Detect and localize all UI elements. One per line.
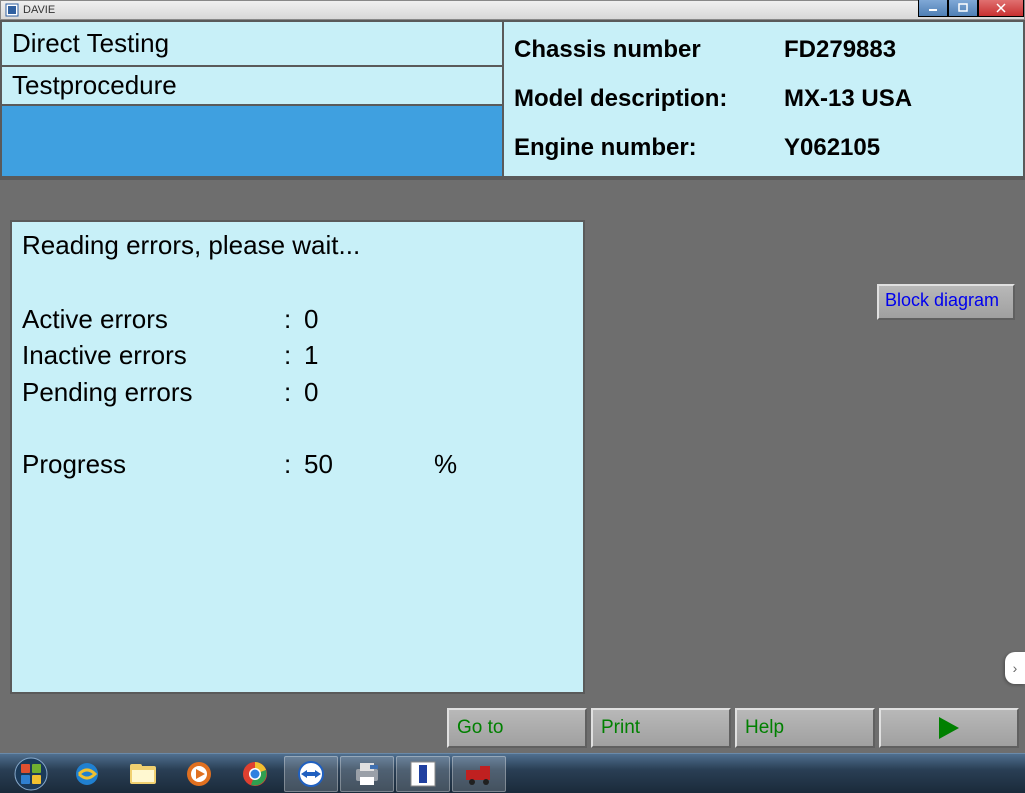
chrome-icon <box>241 760 269 788</box>
window-controls <box>918 0 1024 17</box>
teamviewer-icon <box>297 760 325 788</box>
active-errors-value: 0 <box>304 301 434 337</box>
engine-number-value: Y062105 <box>784 134 1013 162</box>
progress-unit: % <box>434 446 474 482</box>
print-button[interactable]: Print <box>591 708 731 748</box>
side-expand-tab[interactable]: › <box>1005 652 1025 684</box>
start-icon <box>14 757 48 791</box>
header: Direct Testing Testprocedure Chassis num… <box>0 20 1025 180</box>
status-panel: Reading errors, please wait... Active er… <box>10 220 585 694</box>
chevron-right-icon: › <box>1013 660 1018 676</box>
progress-row: Progress : 50 % <box>22 446 573 482</box>
inactive-errors-label: Inactive errors <box>22 337 284 373</box>
play-icon <box>939 717 959 739</box>
model-description-label: Model description: <box>514 85 784 113</box>
colon: : <box>284 446 304 482</box>
action-button-row: Go to Print Help <box>447 708 1019 748</box>
davie-app-icon <box>410 761 436 787</box>
block-diagram-button[interactable]: Block diagram <box>877 284 1015 320</box>
pending-errors-row: Pending errors : 0 <box>22 374 573 410</box>
window-titlebar: DAVIE <box>0 0 1025 20</box>
close-button[interactable] <box>978 0 1024 17</box>
main-area: Reading errors, please wait... Active er… <box>0 180 1025 702</box>
testprocedure-label: Testprocedure <box>2 67 502 106</box>
inactive-errors-value: 1 <box>304 337 434 373</box>
pending-errors-value: 0 <box>304 374 434 410</box>
header-left-panel: Direct Testing Testprocedure <box>0 20 503 178</box>
progress-value: 50 <box>304 446 434 482</box>
taskbar-media-player[interactable] <box>172 756 226 792</box>
media-player-icon <box>185 760 213 788</box>
maximize-button[interactable] <box>948 0 978 17</box>
engine-number-label: Engine number: <box>514 134 784 162</box>
spacer <box>22 410 573 446</box>
window-title: DAVIE <box>23 4 55 16</box>
taskbar <box>0 753 1025 793</box>
chassis-number-label: Chassis number <box>514 36 784 64</box>
active-errors-label: Active errors <box>22 301 284 337</box>
chassis-number-value: FD279883 <box>784 36 1013 64</box>
start-button[interactable] <box>4 755 58 793</box>
taskbar-teamviewer[interactable] <box>284 756 338 792</box>
taskbar-printer[interactable] <box>340 756 394 792</box>
direct-testing-label: Direct Testing <box>2 22 502 67</box>
progress-label: Progress <box>22 446 284 482</box>
colon: : <box>284 337 304 373</box>
taskbar-explorer[interactable] <box>116 756 170 792</box>
minimize-button[interactable] <box>918 0 948 17</box>
taskbar-chrome[interactable] <box>228 756 282 792</box>
help-button[interactable]: Help <box>735 708 875 748</box>
internet-explorer-icon <box>73 760 101 788</box>
goto-button[interactable]: Go to <box>447 708 587 748</box>
model-description-value: MX-13 USA <box>784 85 1013 113</box>
header-selected-row[interactable] <box>2 106 502 176</box>
colon: : <box>284 301 304 337</box>
pending-errors-label: Pending errors <box>22 374 284 410</box>
davie-app-icon <box>5 3 19 17</box>
truck-app-icon <box>464 762 494 786</box>
active-errors-row: Active errors : 0 <box>22 301 573 337</box>
vehicle-info-panel: Chassis number FD279883 Model descriptio… <box>503 20 1025 178</box>
play-button[interactable] <box>879 708 1019 748</box>
printer-icon <box>352 761 382 787</box>
file-explorer-icon <box>128 762 158 786</box>
taskbar-davie-app[interactable] <box>396 756 450 792</box>
reading-errors-title: Reading errors, please wait... <box>22 230 573 261</box>
inactive-errors-row: Inactive errors : 1 <box>22 337 573 373</box>
taskbar-truck-app[interactable] <box>452 756 506 792</box>
taskbar-ie[interactable] <box>60 756 114 792</box>
colon: : <box>284 374 304 410</box>
